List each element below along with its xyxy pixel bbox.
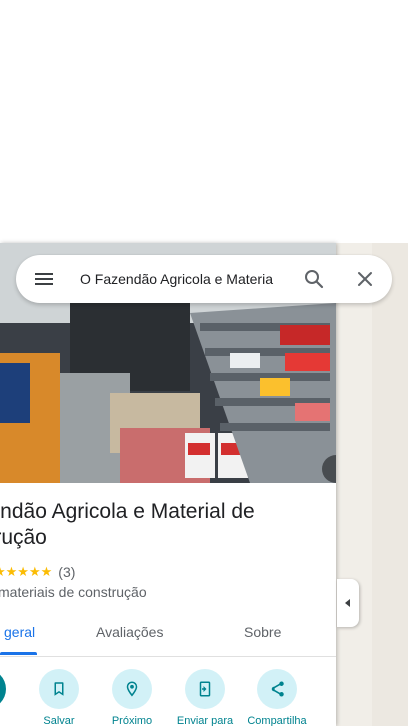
tab-about[interactable]: Sobre (244, 624, 281, 640)
blank-area (0, 0, 408, 243)
action-buttons: Salvar Próximo Enviar para Compartilha (0, 669, 336, 726)
map-area[interactable] (372, 243, 408, 726)
send-to-phone-icon (185, 669, 225, 709)
tab-overview[interactable]: geral (4, 624, 35, 640)
place-panel: zendão Agricola e Material de strução ★★… (0, 243, 336, 726)
send-to-phone-button[interactable]: Enviar para (169, 669, 241, 726)
directions-icon (0, 669, 6, 709)
rating-count[interactable]: (3) (58, 564, 75, 580)
share-label: Compartilha (247, 715, 307, 726)
chevron-left-icon (345, 599, 350, 607)
active-tab-indicator (0, 652, 37, 655)
close-icon (358, 272, 372, 286)
collapse-panel-button[interactable] (337, 579, 359, 627)
bookmark-icon (39, 669, 79, 709)
share-button[interactable]: Compartilha (241, 669, 313, 726)
save-label: Salvar (43, 715, 75, 726)
share-icon (257, 669, 297, 709)
nearby-icon (112, 669, 152, 709)
search-input[interactable]: O Fazendão Agricola e Materia (80, 269, 304, 289)
place-title: zendão Agricola e Material de strução (0, 500, 255, 549)
rating-row[interactable]: ★★★★★ (3) (0, 564, 75, 580)
search-button[interactable] (302, 267, 326, 291)
send-to-phone-label: Enviar para (176, 715, 234, 726)
search-icon (305, 270, 324, 289)
rating-stars: ★★★★★ (0, 564, 53, 579)
search-box[interactable]: O Fazendão Agricola e Materia (16, 255, 392, 303)
close-button[interactable] (353, 267, 377, 291)
tab-reviews[interactable]: Avaliações (96, 624, 163, 640)
app-viewport: zendão Agricola e Material de strução ★★… (0, 0, 408, 726)
hamburger-icon (35, 273, 53, 285)
save-button[interactable]: Salvar (23, 669, 95, 726)
nearby-button[interactable]: Próximo (96, 669, 168, 726)
directions-button[interactable] (0, 669, 22, 715)
nearby-label: Próximo (111, 715, 153, 726)
place-category[interactable]: materiais de construção (0, 584, 147, 600)
place-tabs: geral Avaliações Sobre (0, 610, 336, 657)
menu-button[interactable] (32, 267, 56, 291)
